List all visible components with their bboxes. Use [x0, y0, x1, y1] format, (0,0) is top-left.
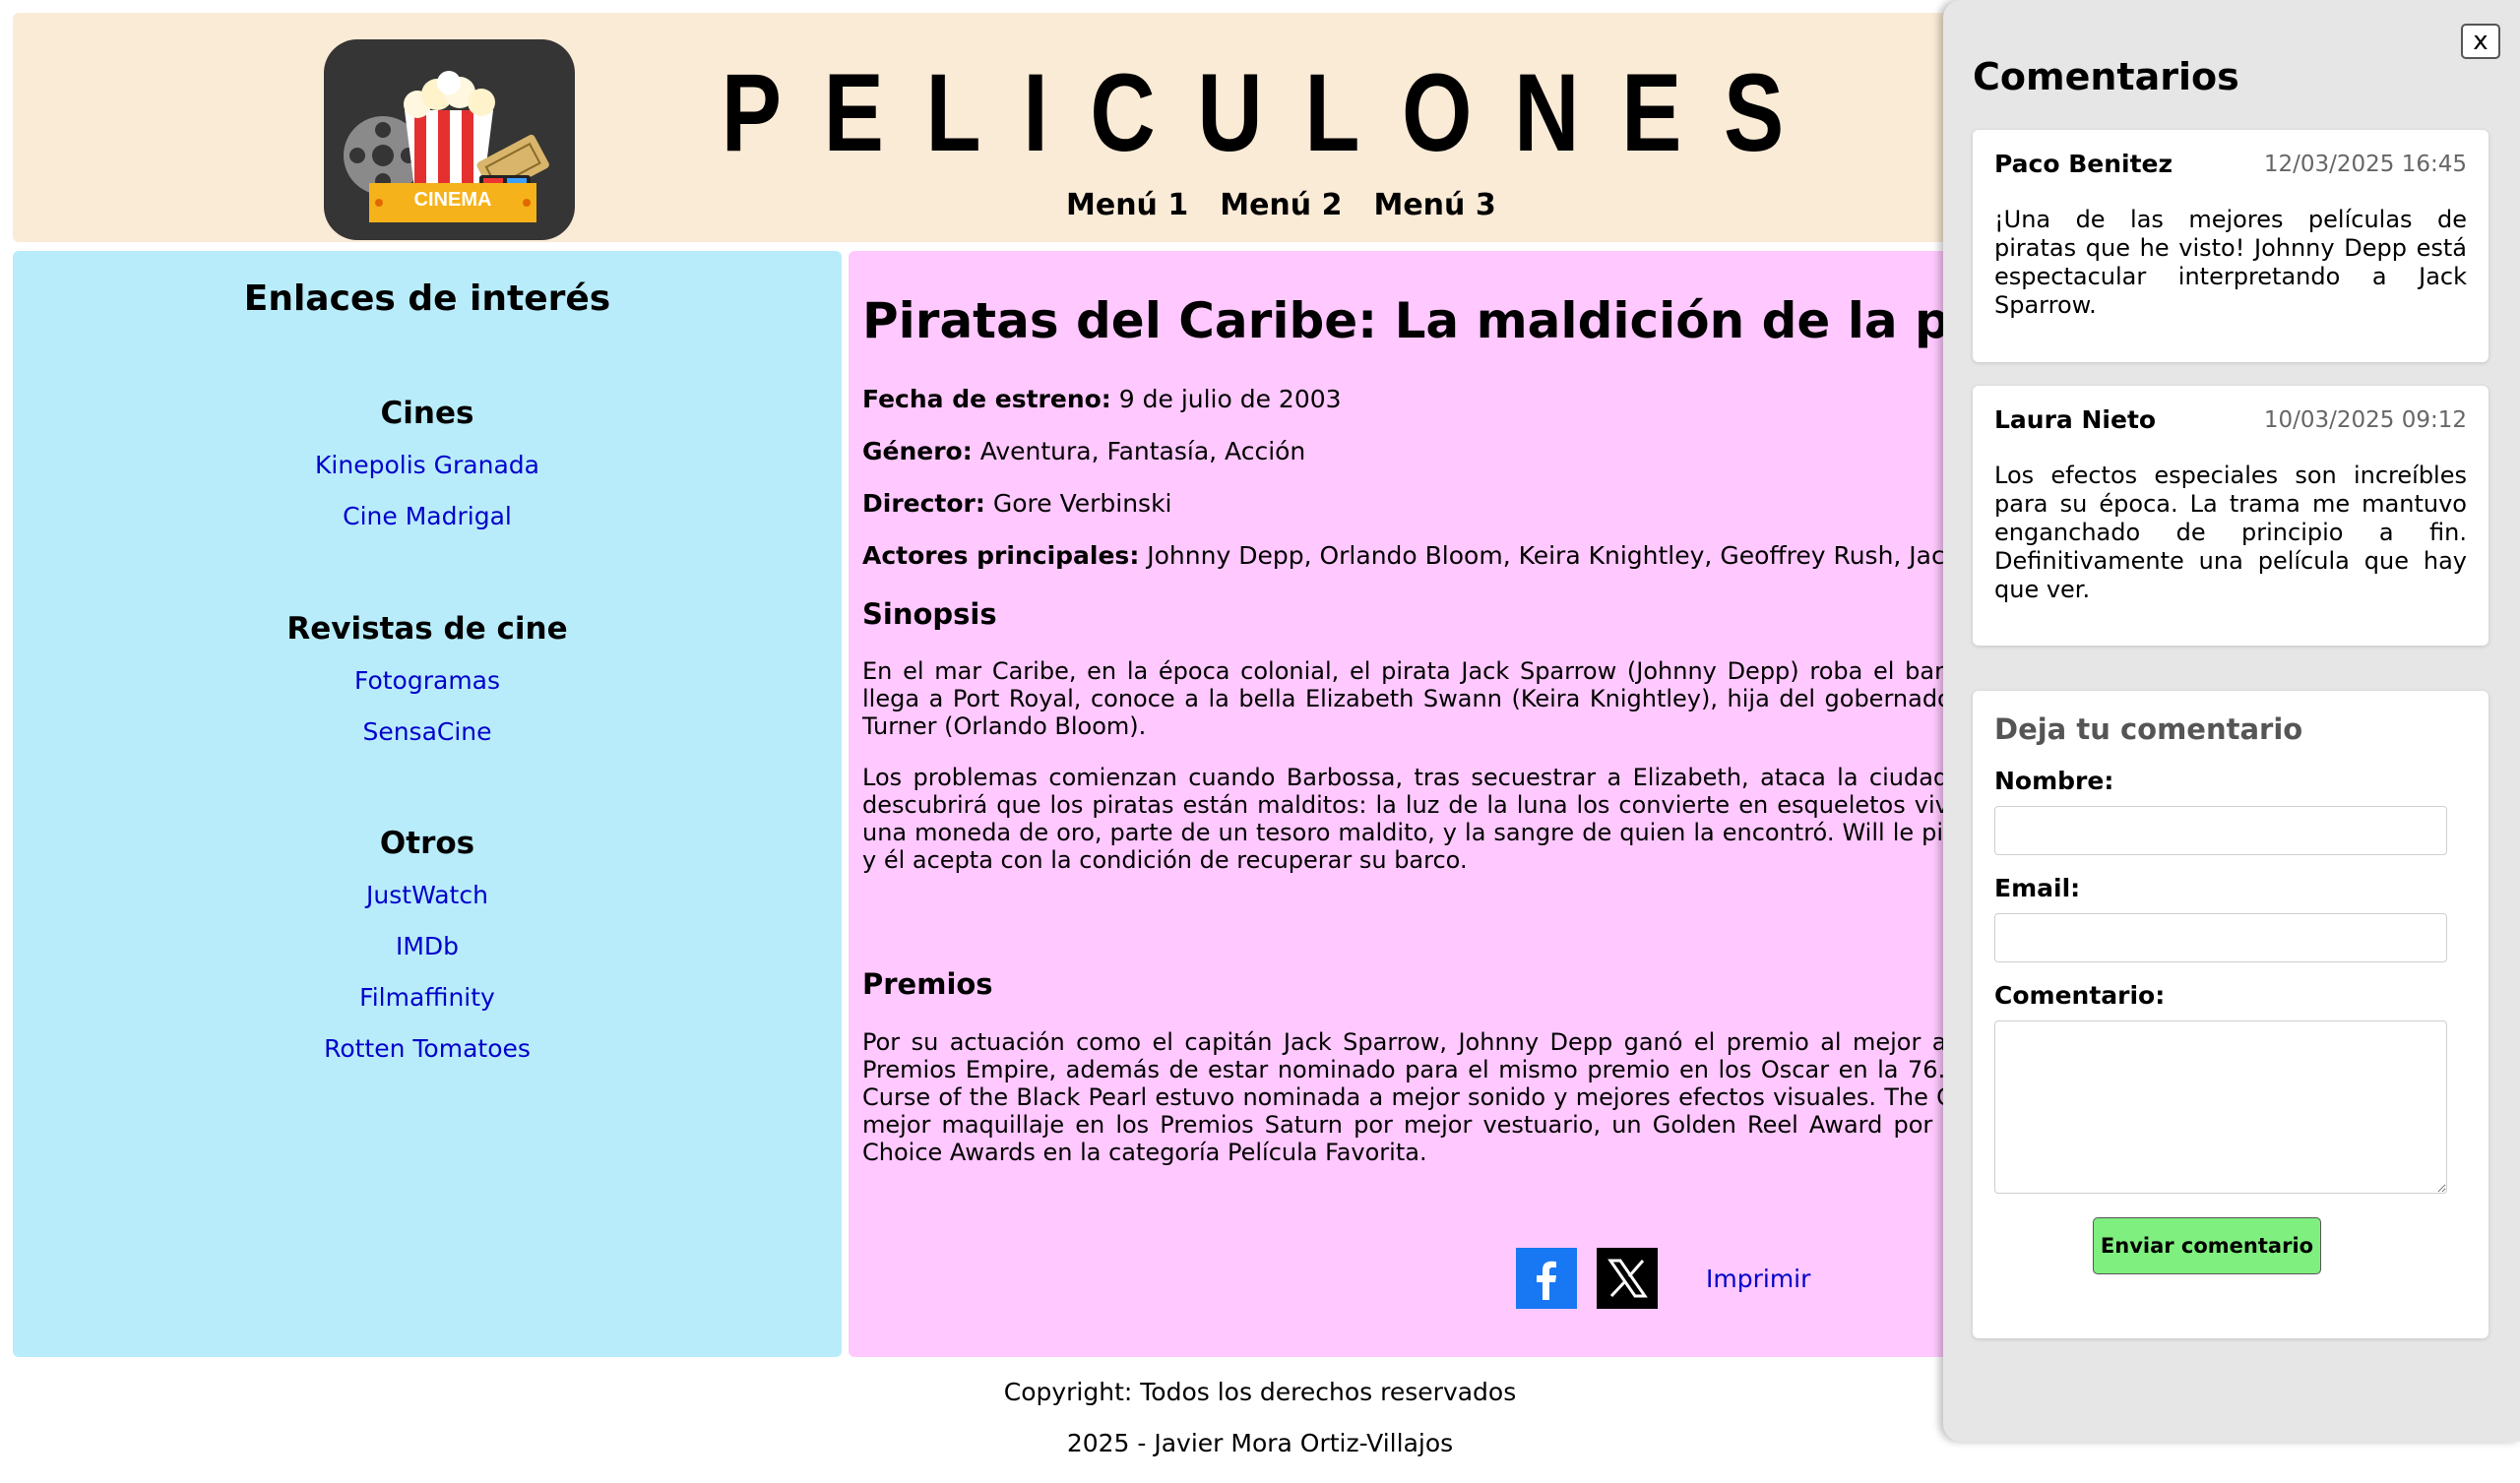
link-group-otros: Otros JustWatch IMDb Filmaffinity Rotten…: [13, 817, 842, 1075]
comment-header: Laura Nieto 10/03/2025 09:12: [1994, 405, 2467, 434]
comment-card: Laura Nieto 10/03/2025 09:12 Los efectos…: [1973, 386, 2488, 646]
comment-author: Laura Nieto: [1994, 405, 2157, 434]
nav-item-menu-1[interactable]: Menú 1: [1066, 188, 1188, 222]
link-kinepolis-granada[interactable]: Kinepolis Granada: [13, 440, 842, 491]
synopsis-heading: Sinopsis: [862, 597, 997, 631]
sidebar-title: Enlaces de interés: [243, 278, 611, 319]
director-row: Director: Gore Verbinski: [862, 487, 1172, 521]
facebook-icon[interactable]: [1516, 1248, 1577, 1309]
email-label: Email:: [1994, 874, 2081, 902]
link-cine-madrigal[interactable]: Cine Madrigal: [13, 491, 842, 542]
director-value: Gore Verbinski: [992, 489, 1172, 518]
link-sensacine[interactable]: SensaCine: [13, 707, 842, 758]
link-filmaffinity[interactable]: Filmaffinity: [13, 972, 842, 1023]
name-label: Nombre:: [1994, 767, 2114, 795]
share-bar: Imprimir: [1516, 1248, 1810, 1309]
release-date-row: Fecha de estreno: 9 de julio de 2003: [862, 383, 1342, 416]
genre-value: Aventura, Fantasía, Acción: [979, 437, 1306, 465]
link-group-heading: Otros: [379, 826, 475, 861]
comment-header: Paco Benitez 12/03/2025 16:45: [1994, 150, 2467, 178]
logo-text: CINEMA: [413, 189, 492, 211]
actors-label: Actores principales:: [862, 541, 1140, 570]
comment-date: 10/03/2025 09:12: [2263, 406, 2467, 433]
close-icon[interactable]: x: [2461, 24, 2500, 59]
comment-textarea[interactable]: [1994, 1020, 2447, 1194]
comment-text: Los efectos especiales son increíbles pa…: [1994, 462, 2467, 603]
link-fotogramas[interactable]: Fotogramas: [13, 655, 842, 707]
comments-title: Comentarios: [1973, 55, 2239, 98]
x-twitter-icon[interactable]: [1597, 1248, 1658, 1309]
comments-drawer: x Comentarios Paco Benitez 12/03/2025 16…: [1943, 0, 2520, 1442]
link-group-cines: Cines Kinepolis Granada Cine Madrigal: [13, 387, 842, 542]
comment-label: Comentario:: [1994, 981, 2166, 1010]
link-group-heading: Revistas de cine: [286, 611, 568, 647]
print-link[interactable]: Imprimir: [1706, 1265, 1810, 1293]
links-sidebar: Enlaces de interés Cines Kinepolis Grana…: [13, 251, 842, 1357]
release-date-value: 9 de julio de 2003: [1118, 385, 1342, 413]
director-label: Director:: [862, 489, 985, 518]
link-group-revistas: Revistas de cine Fotogramas SensaCine: [13, 602, 842, 758]
comment-card: Paco Benitez 12/03/2025 16:45 ¡Una de la…: [1973, 130, 2488, 362]
genre-label: Género:: [862, 437, 973, 465]
awards-heading: Premios: [862, 967, 993, 1001]
site-title: PELICULONES: [721, 51, 1826, 174]
email-field[interactable]: [1994, 913, 2447, 962]
release-date-label: Fecha de estreno:: [862, 385, 1111, 413]
cinema-logo-icon[interactable]: CINEMA: [324, 39, 575, 240]
main-nav: Menú 1 Menú 2 Menú 3: [1066, 188, 1496, 222]
link-imdb[interactable]: IMDb: [13, 921, 842, 972]
submit-comment-button[interactable]: Enviar comentario: [2093, 1217, 2321, 1274]
comment-text: ¡Una de las mejores películas de piratas…: [1994, 206, 2467, 319]
comment-author: Paco Benitez: [1994, 150, 2174, 178]
nav-item-menu-3[interactable]: Menú 3: [1373, 188, 1495, 222]
genre-row: Género: Aventura, Fantasía, Acción: [862, 435, 1305, 468]
form-title: Deja tu comentario: [1994, 712, 2303, 746]
link-rotten-tomatoes[interactable]: Rotten Tomatoes: [13, 1023, 842, 1075]
link-group-heading: Cines: [380, 396, 474, 431]
name-field[interactable]: [1994, 806, 2447, 855]
nav-item-menu-2[interactable]: Menú 2: [1220, 188, 1342, 222]
comment-date: 12/03/2025 16:45: [2263, 151, 2467, 177]
actors-row: Actores principales: Johnny Depp, Orland…: [862, 539, 2097, 573]
comment-form: Deja tu comentario Nombre: Email: Coment…: [1973, 691, 2488, 1338]
link-justwatch[interactable]: JustWatch: [13, 870, 842, 921]
